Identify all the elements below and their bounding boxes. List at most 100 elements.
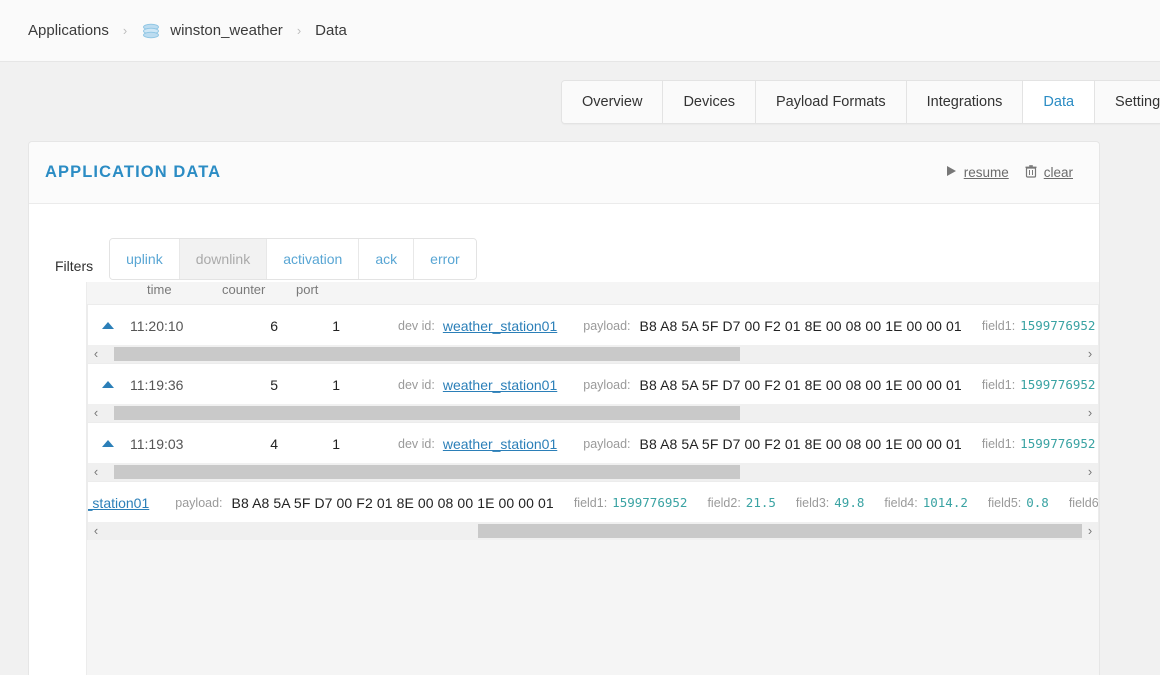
dev-id-link[interactable]: weather_station01 (88, 495, 149, 511)
field-1-label: field1: (981, 378, 1016, 392)
scrollbar-thumb[interactable] (114, 406, 741, 420)
scroll-left-arrow-icon[interactable]: ‹ (88, 345, 104, 363)
tab-integrations[interactable]: Integrations (906, 81, 1024, 123)
data-table: time counter port 11:20:10 6 1 dev id: weath… (86, 282, 1099, 675)
tab-overview[interactable]: Overview (562, 81, 664, 123)
field-1: field1: 1599776952 (574, 495, 688, 510)
row-horizontal-scrollbar[interactable]: ‹ › (87, 345, 1099, 363)
filter-downlink[interactable]: downlink (179, 239, 268, 279)
row-horizontal-scrollbar[interactable]: ‹ › (87, 522, 1099, 540)
play-icon (946, 165, 957, 180)
field-4-label: field4: (884, 496, 918, 510)
tab-data[interactable]: Data (1023, 81, 1096, 123)
row-counter: 4 (270, 435, 278, 452)
row-expand-toggle[interactable] (102, 322, 114, 329)
dev-id-link[interactable]: weather_station01 (443, 377, 557, 393)
field-6-label: field6: (1068, 496, 1099, 510)
breadcrumb: Applications › winston_weather › Data (28, 21, 347, 41)
row-port: 1 (332, 376, 340, 393)
scrollbar-thumb[interactable] (114, 347, 741, 361)
table-rows: 11:20:10 6 1 dev id: weather_station01 payloa… (87, 304, 1099, 540)
filters-label: Filters (55, 258, 94, 274)
table-row[interactable]: 11:19:36 5 1 dev id: weather_station01 payloa… (87, 363, 1099, 404)
dev-id-link[interactable]: weather_station01 (443, 318, 557, 334)
top-bar: Applications › winston_weather › Data (0, 0, 1160, 62)
breadcrumb-separator: › (122, 23, 128, 38)
tab-devices[interactable]: Devices (663, 81, 757, 123)
breadcrumb-item-applications[interactable]: Applications (28, 22, 109, 39)
field-1-value: 1599776952 (612, 495, 688, 510)
scroll-left-arrow-icon[interactable]: ‹ (88, 463, 104, 481)
field-1: field1: 1599776952 (982, 377, 1096, 392)
table-row-content: 11:18:3031dev id:weather_station01payloa… (88, 482, 1099, 522)
scroll-right-arrow-icon[interactable]: › (1082, 404, 1098, 422)
resume-button[interactable]: resume (946, 165, 1009, 180)
table-row[interactable]: 11:20:10 6 1 dev id: weather_station01 payloa… (87, 304, 1099, 345)
tab-settings[interactable]: Settings (1095, 81, 1160, 123)
scrollbar-thumb[interactable] (477, 524, 1098, 538)
scroll-right-arrow-icon[interactable]: › (1082, 522, 1098, 540)
tab-payload-formats[interactable]: Payload Formats (756, 81, 907, 123)
filter-ack[interactable]: ack (359, 239, 415, 279)
scroll-right-arrow-icon[interactable]: › (1082, 463, 1098, 481)
clear-button[interactable]: clear (1025, 164, 1073, 181)
field-3-label: field3: (795, 496, 830, 510)
row-horizontal-scrollbar[interactable]: ‹ › (87, 404, 1099, 422)
breadcrumb-item-application[interactable]: winston_weather (170, 22, 283, 39)
filter-uplink[interactable]: uplink (110, 239, 180, 279)
tab-bar: Overview Devices Payload Formats Integra… (561, 80, 1160, 124)
scroll-right-arrow-icon[interactable]: › (1082, 345, 1098, 363)
row-expand-toggle[interactable] (102, 381, 114, 388)
filter-error[interactable]: error (414, 239, 476, 279)
stack-icon (141, 21, 161, 41)
table-row-content: 11:20:10 6 1 dev id: weather_station01 payloa… (88, 305, 1098, 345)
column-header-time: time (147, 282, 172, 297)
field-1-label: field1: (981, 319, 1016, 333)
payload-value: B8 A8 5A 5F D7 00 F2 01 8E 00 08 00 1E 0… (231, 494, 554, 511)
dev-id-link[interactable]: weather_station01 (443, 436, 557, 452)
breadcrumb-separator-2: › (296, 23, 302, 38)
resume-button-label: resume (963, 165, 1009, 180)
row-time: 11:19:36 (130, 376, 184, 393)
panel-header: APPLICATION DATA resume clear (29, 142, 1099, 204)
row-counter: 6 (270, 317, 278, 334)
tab-bar-wrap: Overview Devices Payload Formats Integra… (0, 62, 1160, 128)
table-row[interactable]: 11:19:03 4 1 dev id: weather_station01 payloa… (87, 422, 1099, 463)
dev-id-label: dev id: (398, 377, 435, 392)
filters-row: Filters uplink downlink activation ack e… (29, 204, 1099, 282)
row-port: 1 (332, 317, 340, 334)
page-title: APPLICATION DATA (45, 163, 222, 181)
row-time: 11:20:10 (130, 317, 184, 334)
payload-label: payload: (583, 436, 631, 451)
payload-value: B8 A8 5A 5F D7 00 F2 01 8E 00 08 00 1E 0… (639, 435, 962, 452)
table-row[interactable]: 11:18:3031dev id:weather_station01payloa… (87, 481, 1099, 522)
field-2-value: 21.5 (745, 495, 776, 510)
field-1-label: field1: (981, 437, 1016, 451)
payload-label: payload: (175, 495, 223, 510)
payload-value: B8 A8 5A 5F D7 00 F2 01 8E 00 08 00 1E 0… (639, 317, 962, 334)
filter-activation[interactable]: activation (267, 239, 360, 279)
field-5-label: field5: (987, 496, 1022, 510)
scrollbar-thumb[interactable] (114, 465, 741, 479)
field-5: field5: 0.8 (988, 495, 1049, 510)
dev-id-label: dev id: (398, 318, 435, 333)
row-horizontal-scrollbar[interactable]: ‹ › (87, 463, 1099, 481)
scroll-left-arrow-icon[interactable]: ‹ (88, 404, 104, 422)
row-counter: 5 (270, 376, 278, 393)
filter-button-group: uplink downlink activation ack error (109, 238, 477, 280)
field-3: field3: 49.8 (796, 495, 864, 510)
table-column-headers: time counter port (87, 282, 1099, 304)
table-row-content: 11:19:03 4 1 dev id: weather_station01 payloa… (88, 423, 1098, 463)
field-2: field2: 21.5 (707, 495, 775, 510)
field-4-value: 1014.2 (922, 495, 968, 510)
payload-value: B8 A8 5A 5F D7 00 F2 01 8E 00 08 00 1E 0… (639, 376, 962, 393)
column-header-counter: counter (222, 282, 266, 297)
scroll-left-arrow-icon[interactable]: ‹ (88, 522, 104, 540)
dev-id-label: dev id: (398, 436, 435, 451)
row-expand-toggle[interactable] (102, 440, 114, 447)
row-port: 1 (332, 435, 340, 452)
payload-label: payload: (583, 377, 631, 392)
field-3-value: 49.8 (834, 495, 865, 510)
column-header-port: port (296, 282, 319, 297)
clear-button-label: clear (1043, 165, 1073, 180)
